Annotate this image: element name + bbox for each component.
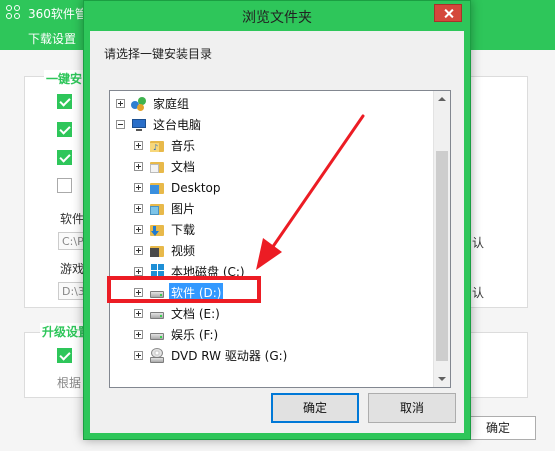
expand-icon[interactable] [134,162,143,171]
tree-item-label: 家庭组 [153,97,190,111]
tree-item-downloads[interactable]: 下载 [134,219,197,240]
expand-icon[interactable] [134,141,143,150]
tree-scrollbar[interactable] [433,91,450,387]
dialog-title: 浏览文件夹 [242,10,312,26]
software-path-label: 软件 [60,212,85,226]
music-folder-icon: ♪ [149,138,165,154]
expand-icon[interactable] [134,183,143,192]
tree-item-label: 这台电脑 [153,118,202,132]
menu-download-settings[interactable]: 下载设置 [28,30,76,47]
videos-folder-icon [149,243,165,259]
install-option-checkbox-1[interactable] [57,94,72,109]
expand-icon[interactable] [116,99,125,108]
expand-icon[interactable] [134,330,143,339]
tree-item-label: 下载 [171,223,196,237]
tree-item-label: Desktop [171,180,221,195]
software-default-label: 认 [472,236,485,250]
install-option-checkbox-3[interactable] [57,150,72,165]
tree-item-desktop[interactable]: Desktop [134,177,223,198]
folder-tree[interactable]: 家庭组 这台电脑 ♪ 音乐 文档 Desktop 图片 下载 视频 本地磁盘 (… [109,90,451,388]
app-logo-icon [6,5,22,21]
dialog-instruction: 请选择一键安装目录 [104,47,213,61]
browse-folder-dialog: 浏览文件夹 请选择一键安装目录 家庭组 这台电脑 ♪ 音乐 文档 Desktop… [83,0,471,440]
tree-item-label: DVD RW 驱动器 (G:) [171,349,288,363]
tree-item-pictures[interactable]: 图片 [134,198,197,219]
expand-icon[interactable] [134,309,143,318]
dialog-client-area: 请选择一键安装目录 家庭组 这台电脑 ♪ 音乐 文档 Desktop 图片 下载… [90,31,464,433]
tree-item-label: 图片 [171,202,196,216]
tree-item-drive-g[interactable]: DVD RW 驱动器 (G:) [134,345,289,366]
tree-item-music[interactable]: ♪ 音乐 [134,135,197,156]
homegroup-icon [131,96,147,112]
tree-item-this-pc[interactable]: 这台电脑 [116,114,203,135]
documents-folder-icon [149,159,165,175]
scroll-down-icon[interactable] [434,370,450,387]
tree-item-label: 娱乐 (F:) [171,328,219,342]
drive-icon [149,327,165,343]
install-option-checkbox-4[interactable] [57,178,72,193]
downloads-folder-icon [149,222,165,238]
desktop-folder-icon [149,180,165,196]
expand-icon[interactable] [134,351,143,360]
expand-icon[interactable] [134,225,143,234]
tree-item-label: 音乐 [171,139,196,153]
scroll-thumb[interactable] [436,151,448,361]
tree-item-videos[interactable]: 视频 [134,240,197,261]
drive-icon [149,306,165,322]
tree-item-label: 文档 (E:) [171,307,220,321]
settings-ok-button[interactable]: 确定 [460,416,536,440]
expand-icon[interactable] [134,267,143,276]
pictures-folder-icon [149,201,165,217]
tree-item-label: 视频 [171,244,196,258]
upgrade-hint-text: 根据 [57,376,82,390]
tree-item-documents[interactable]: 文档 [134,156,197,177]
selection-highlight-box [107,276,261,303]
computer-icon [131,117,147,133]
install-section-label: 一键安 [44,70,85,87]
install-option-checkbox-2[interactable] [57,122,72,137]
dvd-drive-icon [149,347,165,364]
ok-button[interactable]: 确定 [271,393,359,423]
expand-icon[interactable] [134,246,143,255]
app-title: 360软件管 [28,7,87,21]
tree-item-homegroup[interactable]: 家庭组 [116,93,191,114]
close-icon[interactable] [434,4,462,22]
tree-item-label: 文档 [171,160,196,174]
upgrade-option-checkbox[interactable] [57,348,72,363]
tree-item-drive-e[interactable]: 文档 (E:) [134,303,222,324]
game-path-label: 游戏 [60,262,85,276]
cancel-button[interactable]: 取消 [368,393,456,423]
expand-icon[interactable] [134,204,143,213]
tree-item-drive-f[interactable]: 娱乐 (F:) [134,324,220,345]
game-default-label: 认 [472,286,485,300]
collapse-icon[interactable] [116,120,125,129]
scroll-up-icon[interactable] [434,91,450,108]
